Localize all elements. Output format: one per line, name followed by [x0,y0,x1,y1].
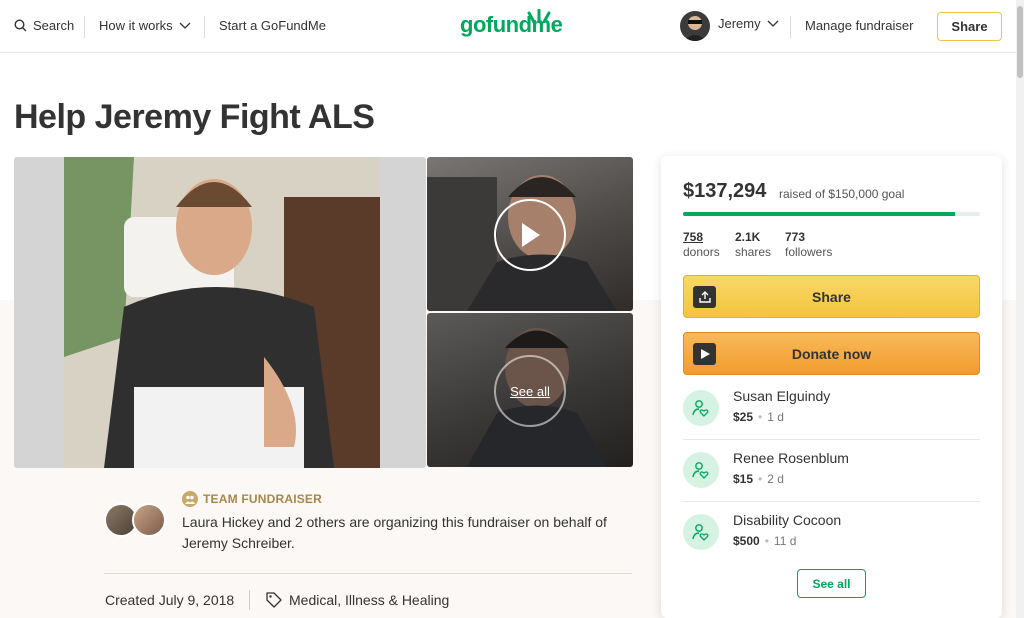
category-label: Medical, Illness & Healing [289,592,450,608]
donate-now-button[interactable]: Donate now [683,332,980,375]
donation-card: $137,294 raised of $150,000 goal 758 don… [661,156,1002,618]
tag-icon [266,592,282,608]
created-date: Created July 9, 2018 [105,592,235,608]
team-icon [182,491,198,507]
nav-divider [204,16,205,38]
avatar[interactable] [680,11,710,41]
scrollbar-thumb[interactable] [1017,6,1023,78]
search-icon [14,19,27,32]
donor-name: Susan Elguindy [733,388,831,404]
donors-stat[interactable]: 758 donors [683,230,720,260]
donor-heart-icon [683,390,719,426]
donor-amount-line: $25 • 1 d [733,410,784,424]
donor-name: Renee Rosenblum [733,450,849,466]
user-name: Jeremy [718,16,761,31]
nav-divider [84,16,85,38]
donor-time: 1 d [767,410,784,424]
share-button[interactable]: Share [683,275,980,318]
donor-item: Disability Cocoon $500 • 11 d [683,502,980,564]
category-link[interactable]: Medical, Illness & Healing [265,591,449,609]
manage-fundraiser-label: Manage fundraiser [805,18,914,33]
how-it-works-menu[interactable]: How it works [99,18,191,33]
main-photo[interactable] [14,157,426,468]
fundraiser-photo [64,157,380,468]
divider [104,573,632,574]
donor-time: 11 d [773,534,797,548]
share-icon [693,286,716,308]
play-icon [522,223,540,247]
start-gofundme-link[interactable]: Start a GoFundMe [219,18,326,33]
donor-amount-line: $500 • 11 d [733,534,797,548]
meta-divider [249,590,250,610]
donor-time: 2 d [767,472,784,486]
gallery-thumbnail[interactable]: See all [427,313,633,467]
donors-label: donors [683,245,720,259]
chevron-down-icon [767,20,779,27]
share-button-label: Share [812,288,851,305]
donor-amount-line: $15 • 2 d [733,472,784,486]
organizer-description: Laura Hickey and 2 others are organizing… [182,514,607,551]
avatar [132,503,166,537]
shares-count: 2.1K [735,230,761,244]
page-title: Help Jeremy Fight ALS [14,98,375,136]
top-navigation: Search How it works Start a GoFundMe gof… [0,0,1016,53]
start-gofundme-label: Start a GoFundMe [219,18,326,33]
nav-divider [790,16,791,38]
team-label-text: TEAM FUNDRAISER [203,492,322,506]
user-menu[interactable]: Jeremy [718,16,779,31]
donor-amount: $15 [733,472,754,486]
goal-text: raised of $150,000 goal [779,187,905,201]
search-link[interactable]: Search [14,18,74,33]
progress-fill [683,212,955,216]
donor-item: Susan Elguindy $25 • 1 d [683,378,980,440]
followers-count: 773 [785,230,806,244]
shares-label: shares [735,245,772,259]
scrollbar[interactable] [1016,0,1024,618]
organizer-avatars[interactable] [104,503,168,539]
donor-heart-icon [683,452,719,488]
amount-raised: $137,294 [683,180,767,202]
manage-fundraiser-link[interactable]: Manage fundraiser [805,18,913,33]
donor-amount: $500 [733,534,760,548]
search-label: Search [33,18,75,33]
shares-stat: 2.1K shares [735,230,771,260]
followers-stat: 773 followers [785,230,832,260]
play-icon [693,343,716,365]
donate-button-label: Donate now [791,345,872,362]
gofundme-logo-icon [527,9,551,23]
play-button[interactable] [494,199,566,271]
how-it-works-label: How it works [99,18,173,33]
donor-heart-icon [683,514,719,550]
team-fundraiser-label: TEAM FUNDRAISER [182,491,322,507]
followers-label: followers [785,245,833,259]
donor-name: Disability Cocoon [733,512,842,528]
progress-bar [683,212,980,216]
donor-item: Renee Rosenblum $15 • 2 d [683,440,980,502]
donor-amount: $25 [733,410,754,424]
donors-count: 758 [683,230,704,244]
share-button-top[interactable]: Share [937,12,1002,41]
chevron-down-icon [179,22,191,29]
see-all-donors-button[interactable]: See all [797,569,866,598]
video-thumbnail[interactable] [427,157,633,311]
see-all-media-button[interactable]: See all [494,355,566,427]
